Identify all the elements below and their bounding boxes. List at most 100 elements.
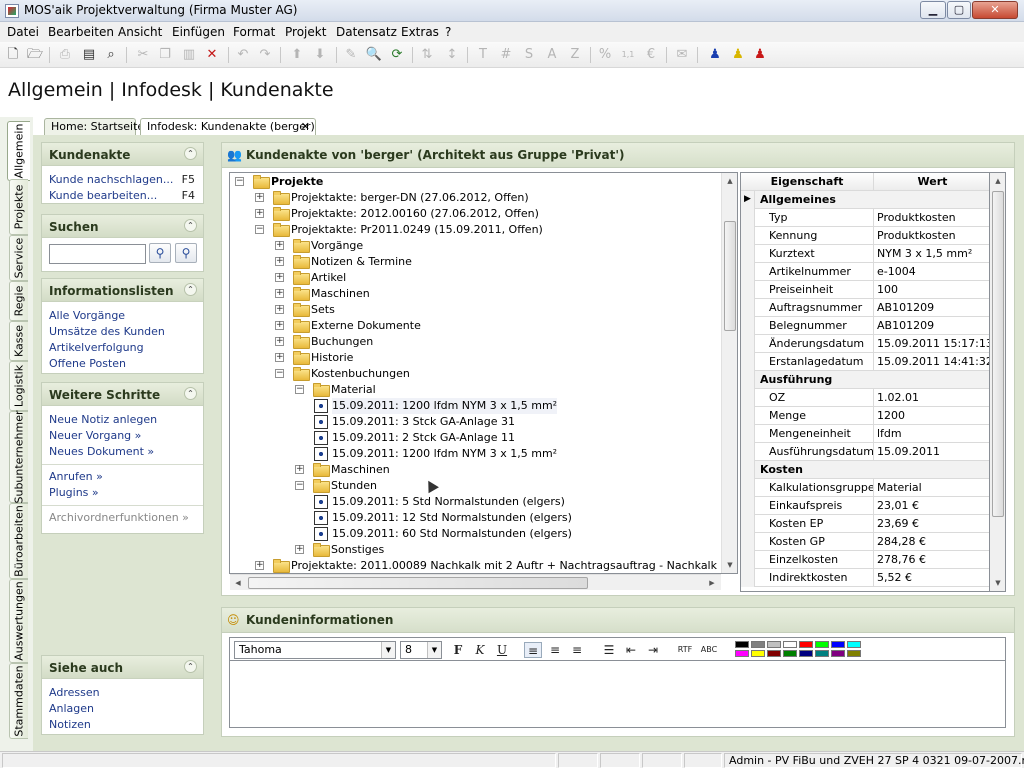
expand-icon[interactable]: + — [275, 353, 284, 362]
expand-icon[interactable]: + — [295, 545, 304, 554]
hscroll-thumb[interactable] — [248, 577, 588, 589]
adressen-link[interactable]: Adressen — [42, 685, 203, 701]
tree-folder[interactable]: − Projekte — [230, 174, 720, 190]
tab-allgemein[interactable]: Allgemein — [7, 121, 30, 181]
tree-entry[interactable]: 15.09.2011: 3 Stck GA-Anlage 31 — [230, 414, 720, 430]
sort-icon[interactable]: ⇅ — [418, 46, 436, 64]
a-icon[interactable]: A — [543, 46, 561, 64]
user-yellow-icon[interactable]: ♟ — [729, 46, 747, 64]
user-red-icon[interactable]: ♟ — [751, 46, 769, 64]
expand-icon[interactable]: + — [275, 289, 284, 298]
tab-bueroarbeiten[interactable]: Büroarbeiten — [9, 503, 28, 579]
tree-folder[interactable]: + Historie — [230, 350, 720, 366]
project-tree[interactable]: − Projekte + Projektakte: berger-DN (27.06.… — [229, 172, 738, 574]
property-row[interactable]: Erstanlagedatum 15.09.2011 14:41:32 — [741, 353, 989, 371]
color-swatch[interactable] — [815, 641, 829, 648]
z-icon[interactable]: Z — [566, 46, 584, 64]
property-group[interactable]: ▶ Allgemeines — [741, 191, 989, 209]
chevron-up-icon[interactable]: ⌃ — [184, 660, 197, 673]
maximize-button[interactable]: ▢ — [947, 1, 971, 19]
tree-entry[interactable]: 15.09.2011: 2 Stck GA-Anlage 11 — [230, 430, 720, 446]
spellcheck-icon[interactable]: ABC — [700, 642, 718, 658]
tree-entry[interactable]: 15.09.2011: 1200 lfdm NYM 3 x 1,5 mm² — [230, 398, 720, 414]
close-button[interactable]: ✕ — [972, 1, 1018, 19]
property-row[interactable]: Auftragsnummer AB101209 — [741, 299, 989, 317]
collapse-icon[interactable]: − — [255, 225, 264, 234]
tree-folder[interactable]: − Material — [230, 382, 720, 398]
color-swatch[interactable] — [783, 641, 797, 648]
search-input[interactable] — [49, 244, 146, 264]
property-row[interactable]: OZ 1.02.01 — [741, 389, 989, 407]
tree-hscrollbar[interactable]: ◀ ▶ — [230, 574, 721, 590]
property-row[interactable]: Indirektkosten 5,52 € — [741, 569, 989, 587]
doc-tab-startseite[interactable]: Home: Startseite — [44, 118, 144, 135]
underline-icon[interactable]: U — [493, 642, 511, 658]
pen-icon[interactable]: ✎ — [342, 46, 360, 64]
move-up-icon[interactable]: ⬆ — [288, 46, 306, 64]
bullet-list-icon[interactable]: ☰ — [600, 642, 618, 658]
menu-datensatz[interactable]: Datensatz — [336, 25, 397, 39]
property-row[interactable]: Einkaufspreis 23,01 € — [741, 497, 989, 515]
color-swatch[interactable] — [751, 650, 765, 657]
binoculars-search-icon[interactable]: ⚲ — [149, 243, 171, 263]
tree-folder[interactable]: − Stunden — [230, 478, 720, 494]
property-row[interactable]: Änderungsdatum 15.09.2011 15:17:13 — [741, 335, 989, 353]
font-select[interactable]: Tahoma ▼ — [234, 641, 396, 659]
expand-icon[interactable]: + — [255, 209, 264, 218]
property-row[interactable]: Kosten GP 284,28 € — [741, 533, 989, 551]
bold-icon[interactable]: F — [449, 642, 467, 658]
kunde-nachschlagen-link[interactable]: Kunde nachschlagen... F5 — [42, 172, 203, 188]
plugins-link[interactable]: Plugins » — [42, 485, 203, 501]
expand-icon[interactable]: + — [275, 305, 284, 314]
tree-folder[interactable]: + Sets — [230, 302, 720, 318]
umsaetze-link[interactable]: Umsätze des Kunden — [42, 324, 203, 340]
tab-regie[interactable]: Regie — [9, 281, 28, 321]
tab-subunternehmer[interactable]: Subunternehmer — [9, 410, 28, 504]
collapse-icon[interactable]: − — [295, 481, 304, 490]
s-icon[interactable]: S — [520, 46, 538, 64]
paste-icon[interactable]: ▥ — [180, 46, 198, 64]
scroll-up-arrow[interactable]: ▲ — [990, 173, 1006, 189]
tree-folder[interactable]: + Projektakte: 2011.00089 Nachkalk mit 2 … — [230, 558, 737, 573]
expand-icon[interactable]: + — [275, 257, 284, 266]
sort-az-icon[interactable]: ↕ — [443, 46, 461, 64]
property-group[interactable]: Ausführung — [741, 371, 989, 389]
neuer-vorgang-link[interactable]: Neuer Vorgang » — [42, 428, 203, 444]
advanced-search-icon[interactable]: ⚲ — [175, 243, 197, 263]
new-document-icon[interactable]: 🗋 — [4, 46, 22, 64]
color-swatch[interactable] — [799, 641, 813, 648]
menu-bearbeiten[interactable]: Bearbeiten — [48, 25, 114, 39]
scroll-down-arrow[interactable]: ▼ — [990, 575, 1006, 591]
property-row[interactable]: Kennung Produktkosten — [741, 227, 989, 245]
property-grid[interactable]: Eigenschaft Wert ▶ Allgemeines Typ Produktkos… — [740, 172, 990, 592]
chevron-up-icon[interactable]: ⌃ — [184, 147, 197, 160]
close-tab-icon[interactable]: ✕ — [301, 120, 310, 133]
print-preview-icon[interactable]: ▤ — [80, 46, 98, 64]
tree-folder[interactable]: − Kostenbuchungen — [230, 366, 720, 382]
text-T-icon[interactable]: T — [474, 46, 492, 64]
indent-icon[interactable]: ⇥ — [644, 642, 662, 658]
tree-folder[interactable]: − Projektakte: Pr2011.0249 (15.09.2011, O… — [230, 222, 720, 238]
color-swatch[interactable] — [847, 641, 861, 648]
expand-icon[interactable]: + — [255, 193, 264, 202]
refresh-icon[interactable]: ⟳ — [388, 46, 406, 64]
neue-notiz-link[interactable]: Neue Notiz anlegen — [42, 412, 203, 428]
property-row[interactable]: Kosten EP 23,69 € — [741, 515, 989, 533]
tab-stammdaten[interactable]: Stammdaten — [9, 663, 28, 739]
scroll-up-arrow[interactable]: ▲ — [722, 173, 738, 189]
color-swatch[interactable] — [831, 650, 845, 657]
alle-vorgaenge-link[interactable]: Alle Vorgänge — [42, 308, 203, 324]
search-zoom-icon[interactable]: 🔍 — [365, 46, 383, 64]
menu-projekt[interactable]: Projekt — [285, 25, 326, 39]
print-icon[interactable]: ⎙ — [56, 46, 74, 64]
expand-icon[interactable]: + — [295, 465, 304, 474]
tab-service[interactable]: Service — [9, 235, 28, 281]
percent-icon[interactable]: % — [596, 46, 614, 64]
align-center-icon[interactable]: ≡ — [546, 642, 564, 658]
tree-folder[interactable]: + Sonstiges — [230, 542, 720, 558]
tree-folder[interactable]: + Projektakte: 2012.00160 (27.06.2012, Of… — [230, 206, 720, 222]
tree-folder[interactable]: + Maschinen — [230, 286, 720, 302]
property-row[interactable]: Einzelkosten 278,76 € — [741, 551, 989, 569]
tree-entry[interactable]: 15.09.2011: 1200 lfdm NYM 3 x 1,5 mm² — [230, 446, 720, 462]
property-row[interactable]: Ausführungsdatum 15.09.2011 — [741, 443, 989, 461]
